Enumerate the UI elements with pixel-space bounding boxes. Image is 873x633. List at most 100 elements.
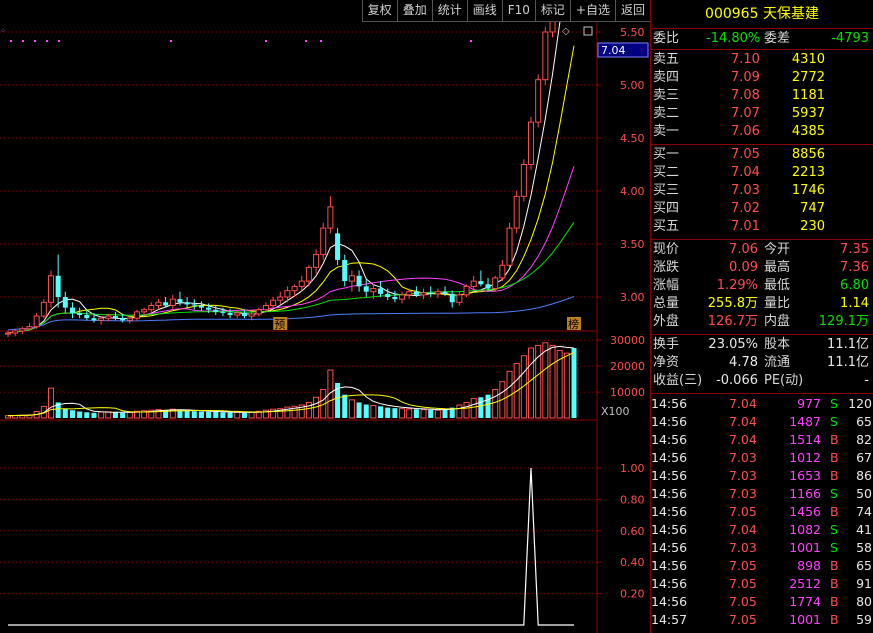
trade-count: 74 [856,504,872,519]
bid-price: 7.03 [731,183,760,198]
volume-bar-down [91,412,97,418]
candle-body-down [428,292,434,294]
candle-body-down [112,316,118,319]
bid-volume: 1746 [791,183,825,198]
fund-value: 11.1亿 [827,355,869,370]
toolbar-overlay-button[interactable]: 叠加 [396,0,432,22]
volume-bar-up [370,405,377,419]
price-tick-label: 4.00 [620,185,645,198]
trade-side: S [830,522,838,537]
volume-bar-up [492,388,499,419]
trade-count: 91 [856,576,872,591]
volume-unit-label: X100 [601,405,630,418]
volume-bar-up [348,399,355,419]
trade-time: 14:56 [651,558,688,573]
quote-label: 今开 [764,242,791,257]
volume-tick-label: 20000 [610,360,645,373]
candle-body-up [463,285,470,296]
volume-bar-up [234,411,241,419]
trade-row: 14:56 7.05 898 B 65 [651,557,873,575]
candle-body-down [120,318,126,321]
ask-label: 卖五 [653,52,680,67]
candle-body-down [478,281,484,285]
candle-body-up [406,291,413,296]
bid-price: 7.01 [731,219,760,234]
candle-body-down [198,305,204,308]
candle-body-up [19,328,26,332]
trade-row: 14:56 7.05 1774 B 80 [651,593,873,611]
candle-body-down [163,302,169,306]
quote-label: 最低 [764,278,791,293]
candle-body-up [98,317,105,321]
kline-chart-area[interactable]: 7.006.506.005.505.004.504.003.503.007.04… [0,0,650,633]
toolbar-f10-button[interactable]: F10 [501,0,535,22]
trade-row: 14:56 7.04 977 S 120 [651,395,873,413]
volume-bar-up [126,412,133,419]
top-signal-dot [470,40,472,42]
candle-body-up [470,280,477,287]
quote-value: 1.29% [716,278,758,293]
toolbar-draw-button[interactable]: 画线 [466,0,502,22]
volume-bar-up [420,409,427,419]
candle-body-up [26,326,33,330]
trade-time: 14:56 [651,522,688,537]
quote-label: 总量 [653,296,680,311]
toolbar-back-button[interactable]: 返回 [614,0,650,22]
toolbar-add-watchlist-button[interactable]: +自选 [569,0,615,22]
bid-label: 买二 [653,165,680,180]
bid-row: 买一 7.05 8856 [651,146,873,164]
trade-side: B [830,594,839,609]
ma5-line [7,0,564,334]
bid-price: 7.04 [731,165,760,180]
volume-bar-up [542,342,549,419]
volume-bar-up [47,387,54,419]
candle-body-up [40,301,47,317]
candle-body-down [335,233,341,260]
quote-value: 129.1万 [818,314,869,329]
volume-bar-up [98,411,105,419]
indicator-tick-label: 1.00 [620,462,645,475]
trade-time: 14:56 [651,540,688,555]
toolbar-stats-button[interactable]: 统计 [431,0,467,22]
trade-count: 86 [856,468,872,483]
trade-volume: 1001 [789,540,821,555]
indicator-line [8,467,574,626]
fund-value: 11.1亿 [827,337,869,352]
stock-code: 000965 [705,6,759,22]
candle-body-down [184,302,190,305]
trade-ticks[interactable]: 14:56 7.04 977 S 120 14:56 7.04 1487 S 65… [651,394,873,629]
trade-row: 14:56 7.03 1653 B 86 [651,467,873,485]
quote-row: 现价 7.06 今开 7.35 [651,241,873,259]
fund-row: 换手 23.05% 股本 11.1亿 [651,336,873,354]
trade-price: 7.03 [729,540,757,555]
volume-bar-down [69,410,75,418]
weicha-value: -4793 [831,31,869,46]
candle-body-up [535,79,542,123]
trade-time: 14:56 [651,594,688,609]
trade-price: 7.05 [729,504,757,519]
candle-body-up [47,275,54,303]
fund-label: 收益(三) [653,373,703,388]
indicator-tick-label: 0.40 [620,556,645,569]
candle-body-down [342,259,348,282]
candle-body-down [413,291,419,295]
trade-row: 14:56 7.04 1082 S 41 [651,521,873,539]
volume-bar-down [413,409,419,418]
bid-label: 买五 [653,219,680,234]
toolbar-fuquan-button[interactable]: 复权 [361,0,397,22]
candle-body-up [434,291,441,295]
ask-price: 7.06 [731,124,760,139]
volume-bar-up [305,401,312,419]
quote-row: 涨幅 1.29% 最低 6.80 [651,277,873,295]
kline-chart[interactable]: 7.006.506.005.505.004.504.003.503.007.04… [0,0,650,633]
candle-body-up [298,280,305,287]
ask-volume: 5937 [791,106,825,121]
ask-label: 卖二 [653,106,680,121]
candle-body-up [126,317,133,321]
volume-bar-up [399,408,406,419]
candle-body-down [241,312,247,317]
toolbar-mark-button[interactable]: 标记 [534,0,570,22]
ask-label: 卖一 [653,124,680,139]
quote-row: 涨跌 0.09 最高 7.36 [651,259,873,277]
quote-value: 0.09 [729,260,758,275]
